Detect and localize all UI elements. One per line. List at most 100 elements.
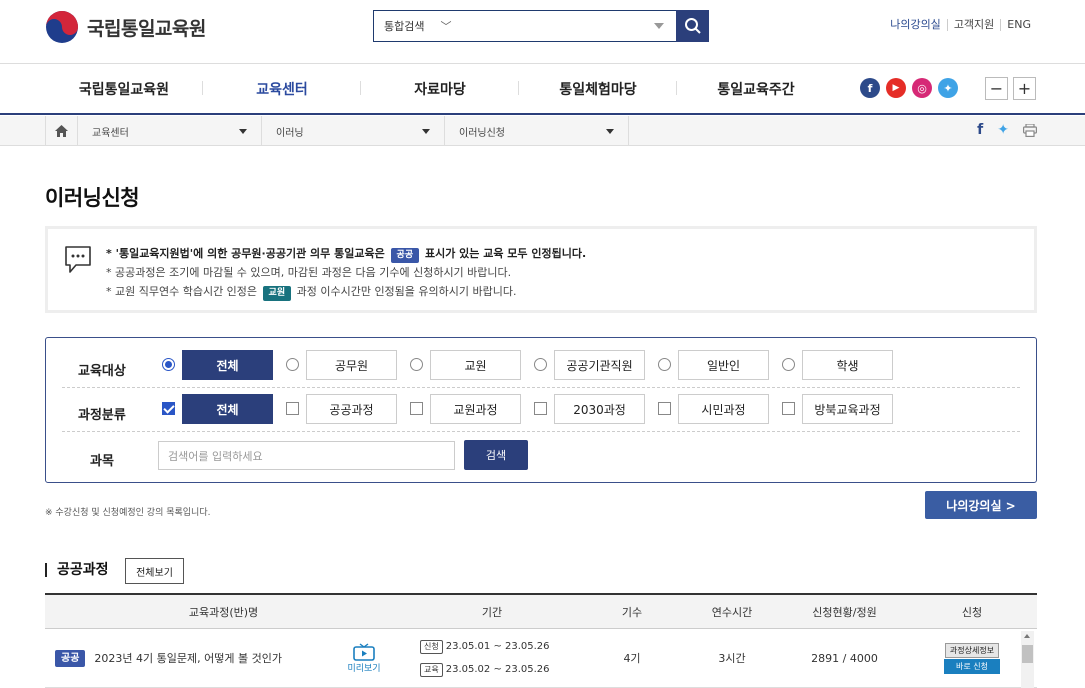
checkbox-unchecked[interactable] [534,402,547,415]
header-course-name: 교육과정(반)명 [188,605,259,619]
filter-label-target: 교육대상 [78,364,126,379]
search-scope-select[interactable]: 통합검색 ﹀ [374,18,451,34]
facebook-icon[interactable]: f [860,78,880,98]
twitter-share-icon[interactable]: ✦ [997,122,1009,138]
preview-label: 미리보기 [347,663,381,674]
util-link-support[interactable]: 고객지원 [946,19,1000,31]
checkbox-unchecked[interactable] [286,402,299,415]
search-icon [684,18,701,34]
caret-down-icon [239,129,247,134]
breadcrumb: 교육센터 이러닝 이러닝신청 f ✦ [0,116,1085,146]
apply-period-tag: 신청 [420,640,443,654]
facebook-share-icon[interactable]: f [977,122,983,138]
scroll-up-icon[interactable] [1024,634,1030,638]
notice-box: * '통일교육지원법'에 의한 공무원·공공기관 의무 통일교육은 공공 표시가… [45,226,1037,313]
util-link-my-class[interactable]: 나의강의실 [884,19,947,31]
breadcrumb-label: 이러닝 [276,127,304,139]
header-term: 기수 [621,605,643,619]
teacher-tag-badge: 교원 [262,286,292,301]
tv-preview-icon [353,642,375,661]
period-cell: 신청 23.05.01 ~ 23.05.26 교육 23.05.02 ~ 23.05… [402,635,582,681]
list-note: ※ 수강신청 및 신청예정인 강의 목록입니다. [45,508,211,518]
radio-unchecked[interactable] [410,358,423,371]
checkbox-unchecked[interactable] [658,402,671,415]
filter-label-subject: 과목 [90,454,114,469]
header-hours: 연수시간 [711,605,753,619]
print-icon[interactable] [1023,123,1037,137]
edu-period: 교육 23.05.02 ~ 23.05.26 [420,658,582,681]
radio-unchecked[interactable] [286,358,299,371]
zoom-out-button[interactable]: − [985,77,1008,100]
section-title: 공공과정 [45,563,109,577]
header-status: 신청현황/정원 [812,605,877,619]
public-tag-badge: 공공 [55,649,86,667]
home-icon [55,125,68,137]
notice-lines: * '통일교육지원법'에 의한 공무원·공공기관 의무 통일교육은 공공 표시가… [106,244,586,301]
table-row: 공공 2023년 4기 통일문제, 어떻게 볼 것인가 미리보기 신청 23.05… [45,629,1037,688]
checkbox-unchecked[interactable] [782,402,795,415]
my-classroom-button[interactable]: 나의강의실 > [925,491,1037,519]
notice-line-1: * '통일교육지원법'에 의한 공무원·공공기관 의무 통일교육은 공공 표시가… [106,244,586,263]
breadcrumb-label: 교육센터 [92,127,129,139]
search-button[interactable] [676,10,709,42]
home-button[interactable] [45,116,78,146]
breadcrumb-level-1[interactable]: 교육센터 [78,116,262,146]
checkbox-unchecked[interactable] [410,402,423,415]
main-navigation: 국립통일교육원 교육센터 자료마당 통일체험마당 통일교육주간 [45,64,835,114]
status-cell: 2891 / 4000 [811,651,878,665]
hours-cell: 3시간 [718,652,746,665]
apply-now-button[interactable]: 바로 신청 [944,658,1000,674]
filter-row-target: 교육대상 전체 공무원 교원 공공기관직원 일반인 학생 [62,344,1020,388]
header-apply: 신청 [961,605,983,619]
breadcrumb-level-3[interactable]: 이러닝신청 [445,116,629,146]
instagram-icon[interactable]: ◎ [912,78,932,98]
public-tag-badge: 공공 [390,248,420,263]
notice-line-2: * 공공과정은 조기에 마감될 수 있으며, 마감된 과정은 다음 기수에 신청… [106,266,512,279]
search-scope-label: 통합검색 [384,20,425,33]
twitter-icon[interactable]: ✦ [938,78,958,98]
gnb-item-education-center[interactable]: 교육센터 [203,79,361,99]
filter-row-category: 과정분류 전체 공공과정 교원과정 2030과정 시민과정 방북교육과정 [62,388,1020,432]
radio-unchecked[interactable] [534,358,547,371]
util-link-eng[interactable]: ENG [1000,19,1037,31]
global-search[interactable]: 통합검색 ﹀ [373,10,677,42]
chevron-down-icon: ﹀ [440,20,452,33]
speech-bubble-icon [65,246,91,273]
filter-label-category: 과정분류 [78,408,126,423]
view-all-button[interactable]: 전체보기 [125,558,184,584]
zoom-controls: − + [985,77,1036,100]
subject-search-input[interactable]: 검색어를 입력하세요 [158,441,455,470]
taegeuk-logo-icon [46,11,78,43]
radio-checked[interactable] [162,358,175,371]
edu-period-tag: 교육 [420,663,443,677]
preview-button[interactable]: 미리보기 [326,642,402,674]
gnb-item-resources[interactable]: 자료마당 [361,79,519,99]
logo-text: 국립통일교육원 [87,17,206,40]
radio-unchecked[interactable] [658,358,671,371]
gnb-item-institute[interactable]: 국립통일교육원 [45,79,203,99]
course-table: 교육과정(반)명 기간 기수 연수시간 신청현황/정원 신청 공공 2023년 … [45,593,1037,688]
caret-down-icon [422,129,430,134]
filter-row-subject: 과목 검색어를 입력하세요 검색 [62,432,1020,480]
radio-unchecked[interactable] [782,358,795,371]
site-logo[interactable]: 국립통일교육원 [45,10,206,44]
notice-line-3: * 교원 직무연수 학습시간 인정은 교원 과정 이수시간만 인정됨을 유의하시… [106,282,586,301]
gnb-item-education-week[interactable]: 통일교육주간 [677,79,835,99]
course-detail-button[interactable]: 과정상세정보 [944,642,1000,658]
checkbox-checked[interactable] [162,402,175,415]
breadcrumb-label: 이러닝신청 [459,127,505,139]
zoom-in-button[interactable]: + [1013,77,1036,100]
dropdown-arrow-icon[interactable] [654,23,664,29]
course-name[interactable]: 2023년 4기 통일문제, 어떻게 볼 것인가 [94,650,282,666]
youtube-icon[interactable]: ▶ [886,78,906,98]
apply-period: 신청 23.05.01 ~ 23.05.26 [420,635,582,658]
apply-cell: 과정상세정보 바로 신청 [907,642,1037,674]
gnb-item-experience[interactable]: 통일체험마당 [519,79,677,99]
utility-links: 나의강의실 고객지원 ENG [884,19,1037,31]
course-filter: 교육대상 전체 공무원 교원 공공기관직원 일반인 학생 과정분류 전체 공공과… [45,337,1037,483]
subject-search-button[interactable]: 검색 [464,440,528,470]
scrollbar-thumb[interactable] [1022,645,1033,663]
breadcrumb-level-2[interactable]: 이러닝 [262,116,445,146]
course-name-cell: 공공 2023년 4기 통일문제, 어떻게 볼 것인가 [45,649,326,667]
table-scrollbar[interactable] [1021,631,1034,688]
